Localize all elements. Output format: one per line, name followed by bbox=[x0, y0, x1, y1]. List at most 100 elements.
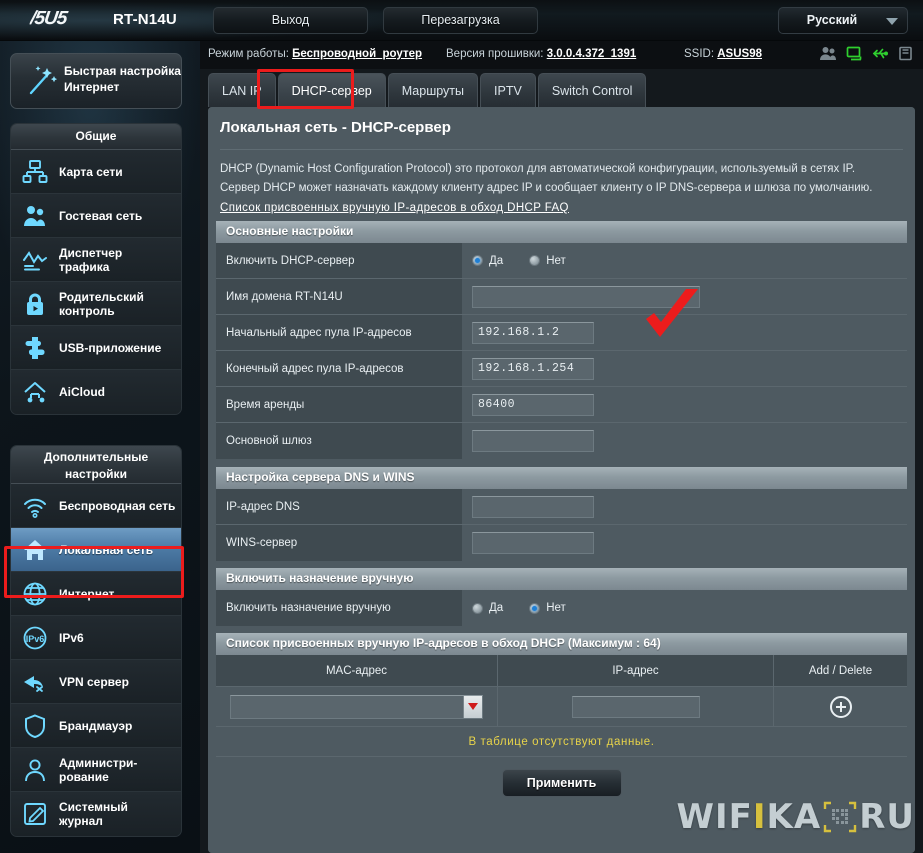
ssid-value[interactable]: ASUS98 bbox=[717, 48, 762, 60]
apply-button[interactable]: Применить bbox=[501, 769, 622, 797]
printer-icon[interactable] bbox=[898, 46, 913, 61]
sidebar-item-aicloud[interactable]: AiCloud bbox=[11, 370, 181, 414]
row-value: 86400 bbox=[462, 387, 907, 422]
asus-logo-svg: /5U5 bbox=[28, 8, 69, 29]
row-value bbox=[462, 279, 907, 314]
ip-pool-end-input[interactable]: 192.168.1.254 bbox=[472, 357, 594, 380]
operation-mode: Режим работы: Беспроводной_роутер bbox=[208, 48, 422, 60]
domain-name-input[interactable] bbox=[472, 285, 700, 308]
row-label: Основной шлюз bbox=[216, 423, 462, 459]
manual-assignment-table: MAC-адрес IP-адрес Add / Delete bbox=[216, 655, 907, 727]
row-value bbox=[462, 525, 907, 561]
plus-circle-icon[interactable] bbox=[829, 695, 852, 718]
firmware-label: Версия прошивки: bbox=[446, 48, 544, 60]
radio-group-enable-manual: Да Нет bbox=[472, 602, 566, 614]
col-header-add-delete: Add / Delete bbox=[774, 655, 907, 687]
radio-no[interactable] bbox=[529, 255, 541, 266]
asus-logo: /5U5 bbox=[28, 8, 112, 34]
usb-icon[interactable] bbox=[872, 46, 889, 61]
mac-address-select[interactable] bbox=[230, 694, 483, 719]
table-input-row bbox=[216, 687, 907, 727]
menu-group-general-title: Общие bbox=[11, 124, 181, 150]
menu-group-general: Общие Карта сети Гостевая сеть Диспетчер… bbox=[10, 123, 182, 415]
ip-pool-start-input[interactable]: 192.168.1.2 bbox=[472, 321, 594, 344]
sidebar-item-wireless[interactable]: Беспроводная сеть bbox=[11, 484, 181, 528]
menu-group-advanced-title: Дополнительные настройки bbox=[11, 446, 181, 484]
tab-lan-ip[interactable]: LAN IP bbox=[208, 73, 276, 107]
row-lease-time: Время аренды 86400 bbox=[216, 387, 907, 423]
radio-group-enable-dhcp: Да Нет bbox=[472, 255, 566, 267]
tab-routes[interactable]: Маршруты bbox=[387, 73, 479, 107]
tab-iptv[interactable]: IPTV bbox=[480, 73, 536, 107]
sidebar-item-parental-control[interactable]: Родительский контроль bbox=[11, 282, 181, 326]
sidebar-label: Интернет bbox=[59, 586, 115, 601]
sidebar-item-network-map[interactable]: Карта сети bbox=[11, 150, 181, 194]
desc-line-2: Сервер DHCP может назначать каждому клие… bbox=[220, 182, 873, 194]
shield-icon bbox=[25, 713, 45, 738]
row-value: Да Нет bbox=[462, 243, 907, 278]
ip-address-input[interactable] bbox=[571, 695, 700, 718]
row-label: Включить DHCP-сервер bbox=[216, 243, 462, 278]
faq-link[interactable]: Список присвоенных вручную IP-адресов в … bbox=[220, 199, 569, 218]
guest-network-icon bbox=[24, 205, 45, 226]
logout-button[interactable]: Выход bbox=[213, 7, 368, 34]
home-lan-icon bbox=[24, 539, 46, 560]
chevron-down-icon[interactable] bbox=[463, 695, 482, 718]
sidebar-item-administration[interactable]: Администри-рование bbox=[11, 748, 181, 792]
row-ip-pool-end: Конечный адрес пула IP-адресов 192.168.1… bbox=[216, 351, 907, 387]
tab-dhcp-server[interactable]: DHCP-сервер bbox=[277, 73, 386, 107]
sidebar-item-usb-application[interactable]: USB-приложение bbox=[11, 326, 181, 370]
page-description: DHCP (Dynamic Host Configuration Protoco… bbox=[220, 160, 903, 218]
sidebar-item-traffic-manager[interactable]: Диспетчер трафика bbox=[11, 238, 181, 282]
users-icon[interactable] bbox=[820, 46, 837, 61]
content-panel: Локальная сеть - DHCP-сервер DHCP (Dynam… bbox=[208, 107, 915, 853]
wins-server-input[interactable] bbox=[472, 532, 594, 554]
lease-time-input[interactable]: 86400 bbox=[472, 393, 594, 416]
sidebar-label: Беспроводная сеть bbox=[59, 498, 176, 513]
tab-switch-control[interactable]: Switch Control bbox=[537, 73, 647, 107]
sidebar-label: AiCloud bbox=[59, 385, 105, 399]
radio-yes[interactable] bbox=[472, 602, 483, 614]
cell-ip-input bbox=[498, 687, 774, 727]
quick-internet-setup-button[interactable]: Быстрая настройка Интернет bbox=[10, 53, 182, 109]
main-panel: Режим работы: Беспроводной_роутер Версия… bbox=[200, 41, 923, 853]
sidebar-item-system-log[interactable]: Системный журнал bbox=[11, 792, 181, 836]
section-header-manual-list: Список присвоенных вручную IP-адресов в … bbox=[216, 633, 907, 655]
sidebar-label: IPv6 bbox=[59, 630, 84, 645]
vpn-icon bbox=[24, 675, 43, 692]
sidebar-item-firewall[interactable]: Брандмауэр bbox=[11, 704, 181, 748]
firmware-value[interactable]: 3.0.0.4.372_1391 bbox=[547, 48, 637, 60]
router-model-name: RT-N14U bbox=[113, 11, 177, 28]
tab-bar: LAN IP DHCP-сервер Маршруты IPTV Switch … bbox=[208, 71, 648, 107]
sidebar-item-wan[interactable]: Интернет bbox=[11, 572, 181, 616]
row-value bbox=[462, 423, 907, 459]
quick-setup-text: Быстрая настройка Интернет bbox=[64, 63, 181, 95]
operation-mode-label: Режим работы: bbox=[208, 48, 289, 60]
reboot-button[interactable]: Перезагрузка bbox=[383, 7, 538, 34]
wifi-icon bbox=[24, 498, 46, 518]
col-header-ip: IP-адрес bbox=[498, 655, 774, 687]
ssid-info: SSID: ASUS98 bbox=[684, 48, 762, 60]
row-value bbox=[462, 489, 907, 524]
language-selector[interactable]: Русский bbox=[778, 7, 908, 34]
radio-yes[interactable] bbox=[472, 255, 483, 266]
network-map-icon bbox=[22, 159, 48, 183]
sidebar-item-guest-network[interactable]: Гостевая сеть bbox=[11, 194, 181, 238]
operation-mode-value[interactable]: Беспроводной_роутер bbox=[292, 48, 422, 60]
firmware-version: Версия прошивки: 3.0.0.4.372_1391 bbox=[446, 48, 636, 60]
radio-no-label: Нет bbox=[546, 602, 566, 614]
row-dns-ip: IP-адрес DNS bbox=[216, 489, 907, 525]
sidebar-item-ipv6[interactable]: IPv6 IPv6 bbox=[11, 616, 181, 660]
default-gateway-input[interactable] bbox=[472, 430, 594, 452]
radio-yes-label: Да bbox=[489, 602, 504, 614]
status-icons bbox=[820, 46, 913, 61]
sidebar-item-vpn-server[interactable]: VPN сервер bbox=[11, 660, 181, 704]
row-label: Имя домена RT-N14U bbox=[216, 279, 462, 314]
svg-text:IPv6: IPv6 bbox=[26, 634, 45, 644]
lan-monitor-icon[interactable] bbox=[846, 46, 863, 61]
usb-application-icon bbox=[25, 336, 45, 359]
dns-ip-input[interactable] bbox=[472, 495, 594, 518]
radio-no[interactable] bbox=[529, 602, 541, 614]
sidebar-item-lan[interactable]: Локальная сеть bbox=[11, 528, 181, 572]
row-value: 192.168.1.2 bbox=[462, 315, 907, 350]
